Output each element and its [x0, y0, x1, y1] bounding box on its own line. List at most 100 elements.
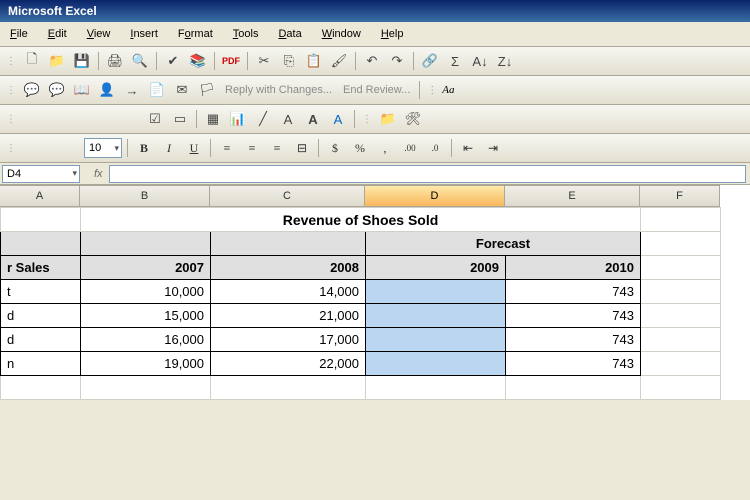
- cell[interactable]: [641, 280, 721, 304]
- name-box[interactable]: D4: [2, 165, 80, 183]
- cell-selected[interactable]: [366, 328, 506, 352]
- align-right-button[interactable]: ≡: [266, 137, 288, 159]
- currency-button[interactable]: $: [324, 137, 346, 159]
- cell-value[interactable]: 21,000: [211, 304, 366, 328]
- cell[interactable]: [641, 352, 721, 376]
- draw-btn-1[interactable]: ☑: [144, 108, 166, 130]
- comma-button[interactable]: ,: [374, 137, 396, 159]
- menu-format[interactable]: Format: [168, 24, 223, 44]
- review-btn-7[interactable]: ✉: [171, 79, 193, 101]
- review-btn-1[interactable]: 💬: [21, 79, 43, 101]
- draw-btn-5[interactable]: ╱: [252, 108, 274, 130]
- align-left-button[interactable]: ≡: [216, 137, 238, 159]
- draw-btn-4[interactable]: 📊: [227, 108, 249, 130]
- row-label[interactable]: n: [1, 352, 81, 376]
- cell-selected[interactable]: [366, 304, 506, 328]
- draw-btn-3[interactable]: ▦: [202, 108, 224, 130]
- col-header-e[interactable]: E: [505, 185, 640, 207]
- autosum-button[interactable]: Σ: [444, 50, 466, 72]
- italic-button[interactable]: I: [158, 137, 180, 159]
- cell[interactable]: [641, 256, 721, 280]
- col-header-c[interactable]: C: [210, 185, 365, 207]
- cell[interactable]: [1, 232, 81, 256]
- review-btn-5[interactable]: →: [121, 79, 143, 101]
- open-button[interactable]: 📁: [46, 50, 68, 72]
- menu-insert[interactable]: Insert: [120, 24, 168, 44]
- pdf-button[interactable]: PDF: [220, 50, 242, 72]
- cell-value[interactable]: 14,000: [211, 280, 366, 304]
- copy-button[interactable]: ⎘: [278, 50, 300, 72]
- cell[interactable]: [1, 376, 81, 400]
- menu-data[interactable]: Data: [268, 24, 311, 44]
- cell[interactable]: [641, 304, 721, 328]
- align-center-button[interactable]: ≡: [241, 137, 263, 159]
- row-label[interactable]: d: [1, 304, 81, 328]
- cell-value[interactable]: 16,000: [81, 328, 211, 352]
- reply-changes-button[interactable]: Reply with Changes...: [221, 84, 336, 96]
- spelling-button[interactable]: ✔: [162, 50, 184, 72]
- year-header[interactable]: 2009: [366, 256, 506, 280]
- cell-value[interactable]: 743: [506, 280, 641, 304]
- cell[interactable]: [366, 376, 506, 400]
- menu-view[interactable]: View: [77, 24, 121, 44]
- menu-help[interactable]: Help: [371, 24, 414, 44]
- cell[interactable]: [641, 232, 721, 256]
- paste-button[interactable]: 📋: [303, 50, 325, 72]
- cell[interactable]: [506, 376, 641, 400]
- print-preview-button[interactable]: 🔍: [129, 50, 151, 72]
- underline-button[interactable]: U: [183, 137, 205, 159]
- increase-decimal-button[interactable]: .00: [399, 137, 421, 159]
- cell[interactable]: [81, 232, 211, 256]
- percent-button[interactable]: %: [349, 137, 371, 159]
- review-btn-3[interactable]: 📖: [71, 79, 93, 101]
- menu-edit[interactable]: Edit: [38, 24, 77, 44]
- draw-btn-6[interactable]: A: [277, 108, 299, 130]
- cell-value[interactable]: 743: [506, 304, 641, 328]
- draw-btn-9[interactable]: 📁: [377, 108, 399, 130]
- cell[interactable]: [1, 208, 81, 232]
- cut-button[interactable]: ✂: [253, 50, 275, 72]
- cell[interactable]: [641, 328, 721, 352]
- undo-button[interactable]: ↶: [361, 50, 383, 72]
- menu-window[interactable]: Window: [312, 24, 371, 44]
- col-header-f[interactable]: F: [640, 185, 720, 207]
- cell-value[interactable]: 15,000: [81, 304, 211, 328]
- research-button[interactable]: 📚: [187, 50, 209, 72]
- year-header[interactable]: 2010: [506, 256, 641, 280]
- increase-indent-button[interactable]: ⇥: [482, 137, 504, 159]
- cell-value[interactable]: 22,000: [211, 352, 366, 376]
- cell-value[interactable]: 19,000: [81, 352, 211, 376]
- table-title[interactable]: Revenue of Shoes Sold: [81, 208, 641, 232]
- cell-selected[interactable]: [366, 352, 506, 376]
- cell-selected[interactable]: [366, 280, 506, 304]
- draw-btn-8[interactable]: A: [327, 108, 349, 130]
- end-review-button[interactable]: End Review...: [339, 84, 414, 96]
- draw-btn-7[interactable]: A: [302, 108, 324, 130]
- cell-value[interactable]: 743: [506, 352, 641, 376]
- new-button[interactable]: 🗋: [21, 50, 43, 72]
- cell[interactable]: [641, 208, 721, 232]
- menu-file[interactable]: File: [0, 24, 38, 44]
- hyperlink-button[interactable]: 🔗: [419, 50, 441, 72]
- bold-button[interactable]: B: [133, 137, 155, 159]
- year-header[interactable]: 2008: [211, 256, 366, 280]
- review-btn-4[interactable]: 👤: [96, 79, 118, 101]
- draw-btn-10[interactable]: 🛠: [402, 108, 424, 130]
- formula-input[interactable]: [109, 165, 746, 183]
- year-header[interactable]: 2007: [81, 256, 211, 280]
- fx-icon[interactable]: fx: [82, 168, 109, 180]
- format-painter-button[interactable]: 🖌: [328, 50, 350, 72]
- col-header-d[interactable]: D: [365, 185, 505, 207]
- decrease-decimal-button[interactable]: .0: [424, 137, 446, 159]
- review-btn-6[interactable]: 📄: [146, 79, 168, 101]
- row-label[interactable]: r Sales: [1, 256, 81, 280]
- cell[interactable]: [211, 232, 366, 256]
- cell-value[interactable]: 743: [506, 328, 641, 352]
- save-button[interactable]: 💾: [71, 50, 93, 72]
- cell[interactable]: [641, 376, 721, 400]
- cell[interactable]: [211, 376, 366, 400]
- row-label[interactable]: t: [1, 280, 81, 304]
- menu-tools[interactable]: Tools: [223, 24, 269, 44]
- row-label[interactable]: d: [1, 328, 81, 352]
- cell-value[interactable]: 17,000: [211, 328, 366, 352]
